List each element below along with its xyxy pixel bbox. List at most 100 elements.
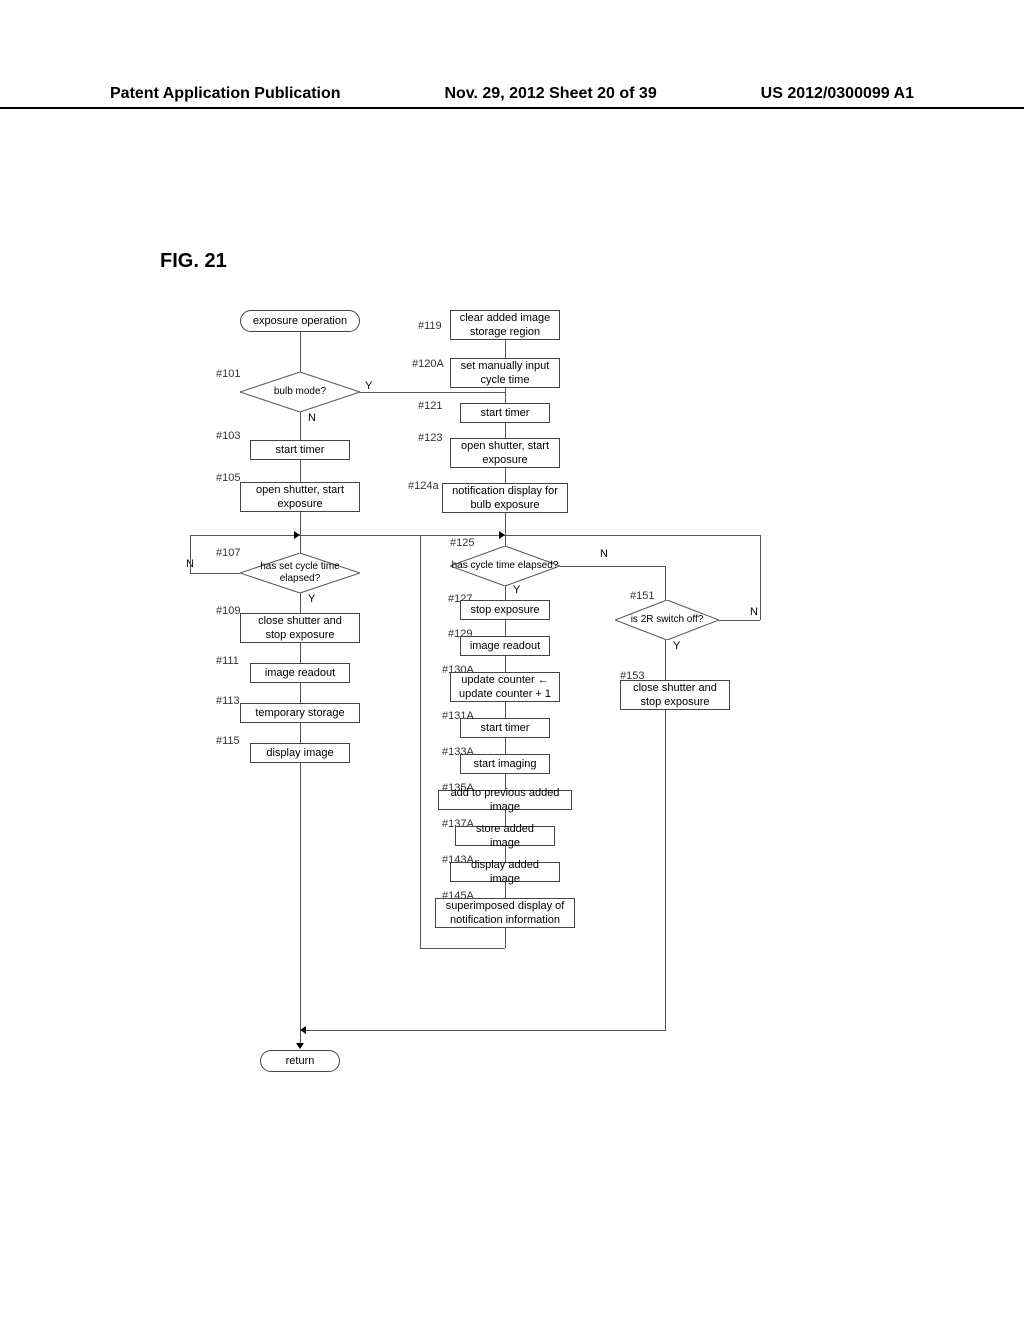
branch-n: N xyxy=(600,548,608,560)
header-center: Nov. 29, 2012 Sheet 20 of 39 xyxy=(444,85,656,103)
box-close-shutter-2: close shutter and stop exposure xyxy=(620,680,730,710)
connector xyxy=(300,723,301,743)
box-text: close shutter and stop exposure xyxy=(627,681,723,710)
connector xyxy=(719,620,760,621)
connector xyxy=(505,340,506,358)
connector xyxy=(420,535,421,948)
box-clear-added: clear added image storage region xyxy=(450,310,560,340)
box-text: set manually input cycle time xyxy=(457,359,553,388)
box-text: display image xyxy=(266,746,333,760)
connector xyxy=(190,573,240,574)
flowchart: exposure operation #101 bulb mode? Y N #… xyxy=(160,300,860,1150)
connector xyxy=(505,656,506,672)
branch-y: Y xyxy=(673,640,680,652)
branch-y: Y xyxy=(365,380,372,392)
step-id-109: #109 xyxy=(216,605,240,617)
connector xyxy=(560,566,665,567)
box-text: open shutter, start exposure xyxy=(457,439,553,468)
box-text: stop exposure xyxy=(470,603,539,617)
connector xyxy=(300,643,301,663)
header-left: Patent Application Publication xyxy=(110,85,341,103)
branch-n: N xyxy=(308,412,316,424)
header-right: US 2012/0300099 A1 xyxy=(761,85,914,103)
connector xyxy=(505,882,506,898)
connector xyxy=(505,586,506,600)
connector xyxy=(665,710,666,1030)
connector xyxy=(300,763,301,1030)
connector xyxy=(505,738,506,754)
step-id-119: #119 xyxy=(418,320,442,332)
decision-2r-switch: is 2R switch off? xyxy=(615,600,719,640)
box-start-timer: start timer xyxy=(250,440,350,460)
connector xyxy=(505,702,506,718)
connector xyxy=(300,332,301,372)
step-id-120A: #120A xyxy=(412,358,444,370)
box-text: update counter ← update counter + 1 xyxy=(457,673,553,702)
connector xyxy=(505,388,506,403)
connector xyxy=(665,640,666,680)
decision-text: bulb mode? xyxy=(240,386,360,398)
box-text: start timer xyxy=(276,443,325,457)
box-image-readout-2: image readout xyxy=(460,636,550,656)
step-id-103: #103 xyxy=(216,430,240,442)
decision-bulb-mode: bulb mode? xyxy=(240,372,360,412)
step-id-111: #111 xyxy=(216,655,239,667)
decision-cycle-elapsed: has set cycle time elapsed? xyxy=(240,553,360,593)
start-text: exposure operation xyxy=(253,314,347,328)
box-start-imaging: start imaging xyxy=(460,754,550,774)
branch-n: N xyxy=(750,606,758,618)
box-text: start timer xyxy=(481,721,530,735)
connector xyxy=(300,535,301,553)
step-id-107: #107 xyxy=(216,547,240,559)
box-text: start imaging xyxy=(474,757,537,771)
box-display-added: display added image xyxy=(450,862,560,882)
box-image-readout: image readout xyxy=(250,663,350,683)
box-text: open shutter, start exposure xyxy=(247,483,353,512)
connector xyxy=(190,535,760,536)
decision-text: is 2R switch off? xyxy=(615,614,719,626)
connector xyxy=(505,620,506,636)
connector xyxy=(505,928,506,948)
start-terminal: exposure operation xyxy=(240,310,360,332)
connector xyxy=(505,513,506,546)
box-temp-storage: temporary storage xyxy=(240,703,360,723)
connector xyxy=(300,593,301,613)
page-header: Patent Application Publication Nov. 29, … xyxy=(0,85,1024,109)
step-id-105: #105 xyxy=(216,472,240,484)
decision-text: has set cycle time elapsed? xyxy=(240,561,360,585)
box-add-previous: add to previous added image xyxy=(438,790,572,810)
step-id-115: #115 xyxy=(216,735,240,747)
connector xyxy=(360,392,505,393)
box-open-shutter: open shutter, start exposure xyxy=(240,482,360,512)
arrow xyxy=(294,531,300,539)
branch-y: Y xyxy=(308,593,315,605)
box-display-image: display image xyxy=(250,743,350,763)
connector xyxy=(760,535,761,620)
return-text: return xyxy=(286,1054,315,1068)
step-id-123: #123 xyxy=(418,432,442,444)
decision-text: has cycle time elapsed? xyxy=(450,560,560,572)
decision-cycle-elapsed-2: has cycle time elapsed? xyxy=(450,546,560,586)
box-text: close shutter and stop exposure xyxy=(247,614,353,643)
connector xyxy=(300,512,301,535)
box-start-timer-2: start timer xyxy=(460,403,550,423)
box-notification: notification display for bulb exposure xyxy=(442,483,568,513)
connector xyxy=(420,948,505,949)
box-store-added: store added image xyxy=(455,826,555,846)
box-start-timer-3: start timer xyxy=(460,718,550,738)
connector xyxy=(665,566,666,600)
box-text: temporary storage xyxy=(255,706,344,720)
step-id-124a: #124a xyxy=(408,480,439,492)
connector xyxy=(505,468,506,483)
box-superimposed: superimposed display of notification inf… xyxy=(435,898,575,928)
connector xyxy=(300,412,301,440)
box-text: superimposed display of notification inf… xyxy=(442,899,568,928)
box-text: image readout xyxy=(265,666,335,680)
box-text: start timer xyxy=(481,406,530,420)
box-text: notification display for bulb exposure xyxy=(449,484,561,513)
step-id-121: #121 xyxy=(418,400,442,412)
connector xyxy=(505,423,506,438)
branch-y: Y xyxy=(513,584,520,596)
step-id-113: #113 xyxy=(216,695,240,707)
connector xyxy=(300,683,301,703)
